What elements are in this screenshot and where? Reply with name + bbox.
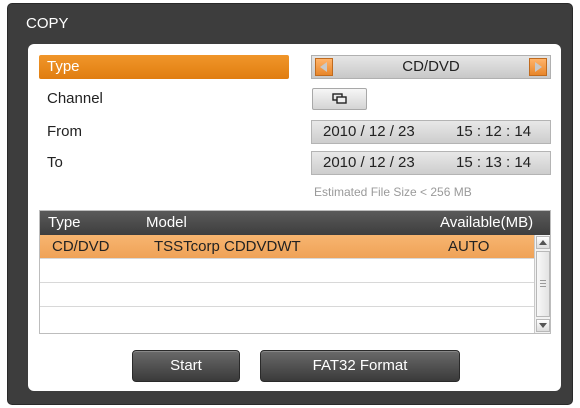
fat32-format-button[interactable]: FAT32 Format bbox=[260, 350, 460, 382]
table-scrollbar[interactable] bbox=[534, 235, 550, 333]
device-table: Type Model Available(MB) CD/DVD TSSTcorp… bbox=[39, 210, 551, 334]
table-row-empty[interactable] bbox=[40, 307, 534, 331]
next-type-arrow-icon[interactable] bbox=[529, 58, 547, 76]
header-available: Available(MB) bbox=[440, 214, 534, 231]
type-value: CD/DVD bbox=[402, 58, 460, 75]
from-datetime-field[interactable]: 2010 / 12 / 23 15 : 12 : 14 bbox=[311, 120, 551, 144]
table-header: Type Model Available(MB) bbox=[40, 211, 550, 235]
scroll-thumb[interactable] bbox=[536, 251, 550, 317]
from-label: From bbox=[47, 123, 82, 140]
from-time: 15 : 12 : 14 bbox=[456, 123, 532, 140]
copy-dialog: COPY Type CD/DVD Channel From 2010 / 12 … bbox=[8, 4, 572, 404]
type-selector[interactable]: CD/DVD bbox=[311, 55, 551, 79]
cell-model: TSSTcorp CDDVDWT bbox=[154, 238, 301, 255]
from-date: 2010 / 12 / 23 bbox=[323, 123, 415, 140]
prev-type-arrow-icon[interactable] bbox=[315, 58, 333, 76]
estimated-file-size: Estimated File Size < 256 MB bbox=[314, 185, 472, 199]
cell-available: AUTO bbox=[448, 238, 490, 255]
table-row-empty[interactable] bbox=[40, 259, 534, 283]
type-label[interactable]: Type bbox=[39, 55, 289, 79]
cell-type: CD/DVD bbox=[52, 238, 110, 255]
channel-label: Channel bbox=[47, 90, 103, 107]
channel-select-button[interactable] bbox=[312, 88, 367, 110]
header-model: Model bbox=[146, 214, 187, 231]
dialog-title: COPY bbox=[26, 15, 69, 32]
scroll-down-icon[interactable] bbox=[536, 319, 550, 332]
copy-panel: Type CD/DVD Channel From 2010 / 12 / 23 … bbox=[28, 44, 561, 391]
to-time: 15 : 13 : 14 bbox=[456, 154, 532, 171]
table-row-empty[interactable] bbox=[40, 283, 534, 307]
to-datetime-field[interactable]: 2010 / 12 / 23 15 : 13 : 14 bbox=[311, 151, 551, 175]
header-type: Type bbox=[48, 214, 81, 231]
scroll-up-icon[interactable] bbox=[536, 236, 550, 249]
to-label: To bbox=[47, 154, 63, 171]
table-row[interactable]: CD/DVD TSSTcorp CDDVDWT AUTO bbox=[40, 235, 534, 259]
start-button[interactable]: Start bbox=[132, 350, 240, 382]
to-date: 2010 / 12 / 23 bbox=[323, 154, 415, 171]
channel-windows-icon bbox=[332, 93, 347, 104]
